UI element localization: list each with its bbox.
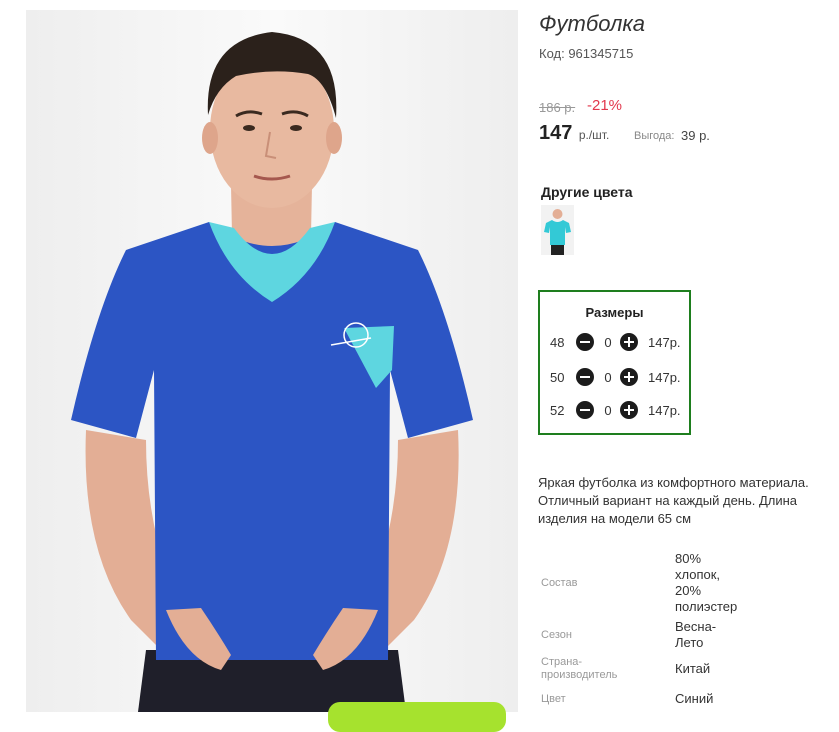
benefit-label: Выгода: (634, 130, 675, 142)
product-title: Футболка (539, 11, 645, 36)
size-number: 50 (550, 370, 565, 385)
attr-value-line: Синий (675, 691, 714, 706)
attr-value-season: Весна- Лето (675, 619, 716, 651)
size-quantity: 0 (604, 370, 612, 385)
size-price: 147р. (648, 370, 681, 385)
attr-label-composition: Состав (541, 577, 578, 589)
price-unit: р./шт. (578, 128, 610, 142)
minus-icon[interactable] (576, 401, 594, 419)
add-to-cart-button[interactable] (328, 702, 506, 732)
size-number: 48 (550, 335, 565, 350)
attr-label-line: Страна- (541, 656, 583, 668)
description-line: Яркая футболка из комфортного материала. (538, 475, 809, 490)
color-variant-thumbnail[interactable] (541, 205, 574, 255)
description-line: изделия на модели 65 см (538, 511, 692, 526)
benefit-value: 39 р. (681, 128, 710, 143)
plus-icon[interactable] (620, 401, 638, 419)
sizes-title: Размеры (585, 305, 644, 320)
product-code: Код: 961345715 (539, 46, 634, 61)
attr-value-color: Синий (675, 691, 713, 707)
size-price: 147р. (648, 403, 681, 418)
attr-value-country: Китай (675, 661, 710, 677)
attr-value-line: 80% (675, 551, 702, 566)
discount-badge: -21% (587, 97, 623, 114)
plus-icon[interactable] (620, 333, 638, 351)
turquoise-tshirt-thumbnail (541, 205, 574, 255)
product-description: Яркая футболка из комфортного материала.… (538, 474, 838, 528)
attr-label-line: производитель (541, 669, 618, 681)
current-price: 147 (539, 122, 573, 144)
attr-value-line: 20% (675, 583, 702, 598)
attr-value-line: Весна- (675, 619, 717, 634)
attr-value-line: Китай (675, 661, 711, 676)
size-price: 147р. (648, 335, 681, 350)
attr-label-season: Сезон (541, 629, 572, 642)
other-colors-title: Другие цвета (541, 184, 633, 200)
minus-icon[interactable] (576, 333, 594, 351)
attr-label-line: Цвет (541, 693, 566, 705)
size-quantity: 0 (604, 403, 612, 418)
attr-label-color: Цвет (541, 693, 566, 706)
minus-icon[interactable] (576, 368, 594, 386)
size-number: 52 (550, 403, 565, 418)
old-price: 186 р. (539, 100, 576, 115)
price-row: 147 р./шт. (539, 122, 609, 145)
attr-value-line: хлопок, (675, 567, 721, 582)
product-photo[interactable] (26, 10, 518, 712)
attr-value-composition: 80% хлопок, 20% полиэстер (675, 551, 737, 615)
attr-value-line: полиэстер (675, 599, 738, 614)
plus-icon[interactable] (620, 368, 638, 386)
attr-value-line: Лето (675, 635, 704, 650)
size-quantity: 0 (604, 335, 612, 350)
sizes-panel: Размеры 48 0 147р. 50 0 147р. 52 0 147р. (538, 290, 691, 435)
description-line: Отличный вариант на каждый день. Длина (538, 493, 798, 508)
model-illustration (26, 10, 518, 712)
attr-label-country: Страна- производитель (541, 656, 617, 682)
attr-label-line: Сезон (541, 629, 572, 641)
